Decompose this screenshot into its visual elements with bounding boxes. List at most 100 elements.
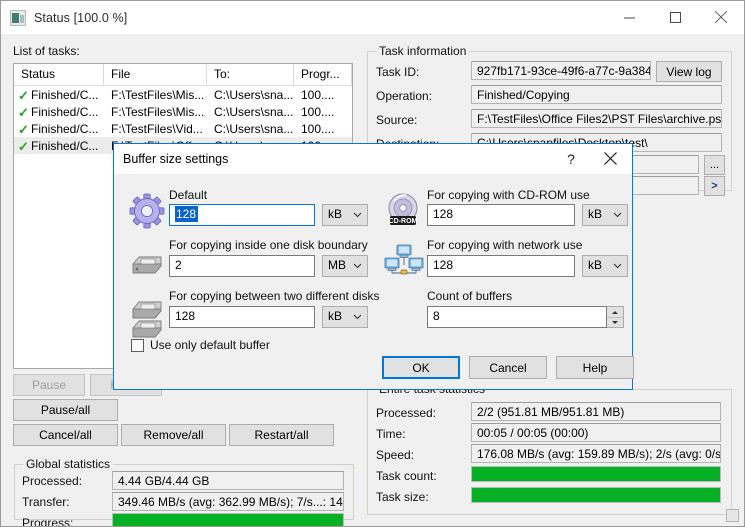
- ok-button[interactable]: OK: [382, 356, 460, 379]
- chevron-down-icon: [353, 314, 362, 320]
- entire-time-value: 00:05 / 00:05 (00:00): [471, 423, 721, 442]
- dialog-window-controls: ?: [554, 144, 632, 173]
- resize-grip[interactable]: [726, 509, 739, 522]
- cdrom-input[interactable]: 128: [427, 204, 575, 226]
- one-disk-boundary-input[interactable]: 2: [169, 255, 315, 277]
- default-buffer-input[interactable]: 128: [169, 204, 315, 226]
- row-status-text: Finished/C...: [31, 138, 99, 153]
- single-disk-icon: [130, 252, 164, 278]
- entire-processed-value: 2/2 (951.81 MB/951.81 MB): [471, 402, 721, 421]
- remove-all-button[interactable]: Remove/all: [121, 424, 226, 446]
- task-size-progress-bar: [471, 487, 721, 503]
- operation-label: Operation:: [376, 89, 433, 103]
- check-icon: ✓: [18, 139, 29, 153]
- row-status-cell: ✓ Finished/C...: [14, 122, 104, 136]
- default-buffer-unit-select[interactable]: kB: [322, 204, 368, 226]
- global-processed-label: Processed:: [22, 474, 83, 488]
- browse-button[interactable]: ...: [704, 155, 725, 175]
- one-disk-boundary-unit-select[interactable]: MB: [322, 255, 368, 277]
- count-of-buffers-label: Count of buffers: [427, 289, 513, 303]
- stepper-down-icon[interactable]: [607, 317, 623, 326]
- column-header-file[interactable]: File: [104, 64, 207, 86]
- network-unit-select[interactable]: kB: [582, 255, 628, 277]
- default-buffer-label: Default: [169, 188, 208, 202]
- count-of-buffers-stepper[interactable]: [607, 306, 624, 328]
- global-progress-bar: [112, 513, 344, 526]
- task-count-label: Task count:: [376, 469, 437, 483]
- table-row[interactable]: ✓ Finished/C... F:\TestFiles\Vid... C:\Us…: [14, 120, 352, 137]
- count-of-buffers-value: 8: [433, 309, 440, 323]
- entire-time-label: Time:: [376, 427, 406, 441]
- gear-icon: [128, 192, 166, 230]
- row-file-cell: F:\TestFiles\Mis...: [111, 104, 205, 119]
- network-value: 128: [433, 258, 454, 272]
- maximize-icon[interactable]: [652, 1, 698, 33]
- check-icon: ✓: [18, 105, 29, 119]
- one-disk-boundary-unit-value: MB: [328, 258, 346, 272]
- two-disks-value: 128: [175, 309, 196, 323]
- dialog-title: Buffer size settings: [123, 152, 229, 166]
- source-label: Source:: [376, 113, 418, 127]
- stepper-up-icon[interactable]: [607, 307, 623, 317]
- row-status-cell: ✓ Finished/C...: [14, 105, 104, 119]
- network-icon: [384, 243, 424, 281]
- column-header-progress[interactable]: Progr...: [294, 64, 352, 86]
- task-size-progress-fill: [472, 488, 720, 502]
- network-label: For copying with network use: [427, 238, 583, 252]
- row-to-cell: C:\Users\sna...: [214, 104, 294, 119]
- use-only-default-buffer-label: Use only default buffer: [150, 338, 270, 352]
- cdrom-unit-select[interactable]: kB: [582, 204, 628, 226]
- table-row[interactable]: ✓ Finished/C... F:\TestFiles\Mis... C:\Us…: [14, 86, 352, 103]
- column-header-status[interactable]: Status: [14, 64, 104, 86]
- chevron-down-icon: [353, 263, 362, 269]
- minimize-icon[interactable]: [606, 1, 652, 33]
- one-disk-boundary-value: 2: [175, 258, 182, 272]
- entire-speed-label: Speed:: [376, 448, 415, 462]
- global-transfer-label: Transfer:: [22, 495, 70, 509]
- dialog-close-icon[interactable]: [588, 144, 632, 173]
- window-titlebar: Status [100.0 %]: [1, 1, 744, 34]
- column-header-to[interactable]: To:: [207, 64, 294, 86]
- help-icon[interactable]: ?: [554, 144, 588, 173]
- default-buffer-value: 128: [175, 206, 199, 222]
- cancel-button[interactable]: Cancel: [469, 356, 547, 379]
- list-of-tasks-label: List of tasks:: [13, 44, 80, 58]
- window-controls: [606, 1, 744, 33]
- cancel-all-button[interactable]: Cancel/all: [13, 424, 118, 446]
- row-status-cell: ✓ Finished/C...: [14, 139, 104, 153]
- two-disks-label: For copying between two different disks: [169, 289, 380, 303]
- restart-all-button[interactable]: Restart/all: [229, 424, 334, 446]
- default-buffer-unit-value: kB: [328, 207, 343, 221]
- global-progress-fill: [113, 514, 343, 526]
- chevron-down-icon: [353, 212, 362, 218]
- pause-button[interactable]: Pause: [13, 374, 85, 396]
- status-window: Status [100.0 %] List of tasks: Status F…: [0, 0, 745, 527]
- operation-value: Finished/Copying: [471, 85, 722, 104]
- global-processed-value: 4.44 GB/4.44 GB: [112, 471, 344, 490]
- network-input[interactable]: 128: [427, 255, 575, 277]
- pause-all-button[interactable]: Pause/all: [13, 399, 118, 421]
- two-disks-unit-select[interactable]: kB: [322, 306, 368, 328]
- chevron-down-icon: [613, 212, 622, 218]
- count-of-buffers-input[interactable]: 8: [427, 306, 607, 328]
- row-to-cell: C:\Users\sna...: [214, 121, 294, 136]
- cdrom-icon: CD-ROM: [384, 191, 422, 229]
- task-id-value: 927fb171-93ce-49f6-a77c-9a384a0: [471, 61, 651, 80]
- svg-text:CD-ROM: CD-ROM: [389, 218, 418, 225]
- status-app-icon: [10, 9, 26, 26]
- cdrom-value: 128: [433, 207, 454, 221]
- two-disks-input[interactable]: 128: [169, 306, 315, 328]
- use-only-default-buffer-checkbox[interactable]: Use only default buffer: [131, 338, 270, 352]
- task-list-header: Status File To: Progr...: [14, 64, 352, 86]
- go-button[interactable]: >: [704, 176, 725, 196]
- source-value: F:\TestFiles\Office Files2\PST Files\arc…: [471, 109, 722, 128]
- close-icon[interactable]: [698, 1, 744, 33]
- row-file-cell: F:\TestFiles\Vid...: [111, 121, 203, 136]
- cdrom-unit-value: kB: [588, 207, 603, 221]
- two-disks-unit-value: kB: [328, 309, 343, 323]
- table-row[interactable]: ✓ Finished/C... F:\TestFiles\Mis... C:\Us…: [14, 103, 352, 120]
- task-count-progress-bar: [471, 466, 721, 482]
- view-log-button[interactable]: View log: [656, 61, 722, 82]
- check-icon: ✓: [18, 88, 29, 102]
- help-button[interactable]: Help: [556, 356, 634, 379]
